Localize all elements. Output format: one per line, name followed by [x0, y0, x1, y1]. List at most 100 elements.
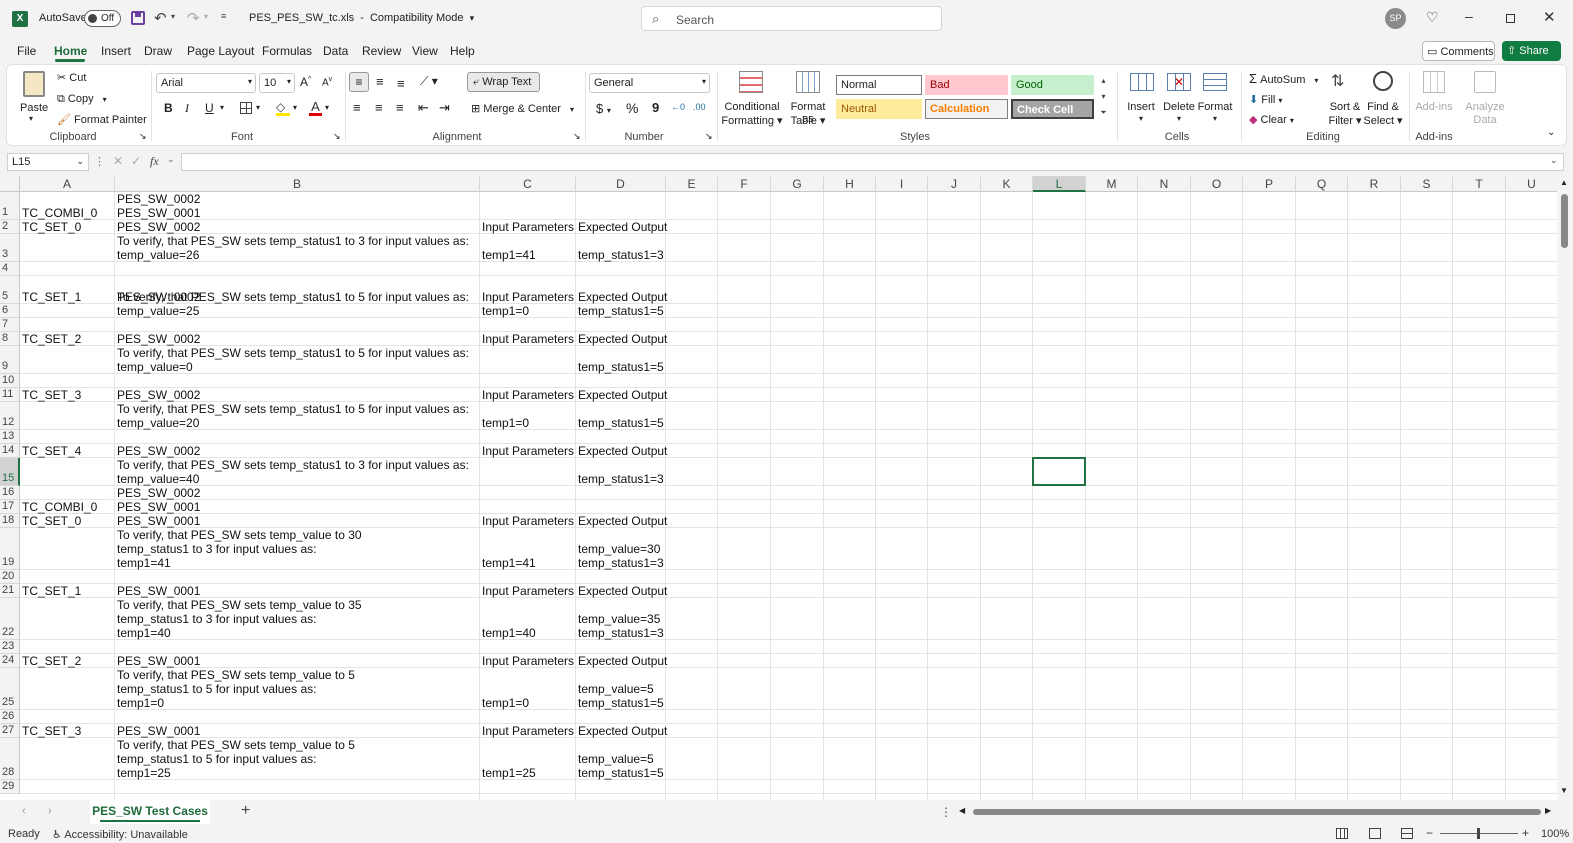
cell-d25[interactable]: temp_value=5 temp_status1=5	[578, 682, 664, 710]
font-color-dropdown-icon[interactable]: ▾	[325, 103, 329, 112]
borders-dropdown-icon[interactable]: ▾	[256, 103, 260, 112]
cell-a5[interactable]: TC_SET_1	[22, 290, 81, 304]
cell-c14[interactable]: Input Parameters	[482, 444, 574, 458]
underline-button[interactable]: U	[205, 101, 214, 115]
column-header-c[interactable]: C	[480, 176, 576, 192]
clear-button[interactable]: ◆ Clear ▾	[1249, 113, 1294, 126]
cell-a8[interactable]: TC_SET_2	[22, 332, 81, 346]
scroll-down-icon[interactable]: ▼	[1560, 786, 1568, 795]
share-button[interactable]: ⇧ Share	[1502, 41, 1561, 61]
cell-c5[interactable]: Input Parameters	[482, 290, 574, 304]
currency-button[interactable]: $ ▾	[596, 101, 611, 116]
cell-b28[interactable]: To verify, that PES_SW sets temp_value t…	[117, 738, 355, 780]
accessibility-status[interactable]: ♿ Accessibility: Unavailable	[52, 828, 188, 841]
column-header-o[interactable]: O	[1191, 176, 1243, 192]
delete-cells-button[interactable]: ✕ Delete ▾	[1161, 69, 1197, 127]
row-header-1[interactable]: 1	[0, 192, 20, 220]
cell-d18[interactable]: Expected Output	[578, 514, 667, 528]
undo-dropdown-icon[interactable]: ▾	[171, 12, 175, 21]
increase-indent-icon[interactable]: ⇥	[439, 100, 450, 116]
align-middle-icon[interactable]: ≡	[376, 74, 384, 89]
comments-button[interactable]: ▭ Comments	[1422, 41, 1495, 61]
cell-a21[interactable]: TC_SET_1	[22, 584, 81, 598]
format-cells-button[interactable]: Format ▾	[1197, 69, 1233, 127]
normal-view-icon[interactable]	[1336, 828, 1348, 839]
style-check-cell[interactable]: Check Cell	[1011, 99, 1094, 119]
cell-d8[interactable]: Expected Output	[578, 332, 667, 346]
column-header-t[interactable]: T	[1453, 176, 1506, 192]
format-as-table-button[interactable]: Format as Table ▾	[785, 69, 831, 127]
fill-button[interactable]: ⬇ Fill ▾	[1249, 93, 1282, 106]
row-header-9[interactable]: 9	[0, 346, 20, 374]
scroll-thumb[interactable]	[1561, 194, 1568, 248]
row-header-3[interactable]: 3	[0, 234, 20, 262]
row-header-11[interactable]: 11	[0, 388, 20, 402]
expand-formula-icon[interactable]: ⌄	[1550, 155, 1558, 166]
styles-scroll[interactable]: ▴ ▾ ⏷	[1098, 73, 1109, 123]
tab-formulas[interactable]: Formulas	[262, 44, 312, 58]
cell-c21[interactable]: Input Parameters	[482, 584, 574, 598]
select-all-corner[interactable]	[0, 176, 20, 192]
formula-input[interactable]	[181, 153, 1564, 171]
tab-review[interactable]: Review	[362, 44, 401, 58]
cell-b9[interactable]: To verify, that PES_SW sets temp_status1…	[117, 346, 469, 374]
cell-c28[interactable]: temp1=25	[482, 766, 536, 780]
analyze-data-button[interactable]: Analyze Data	[1463, 69, 1507, 127]
column-header-h[interactable]: H	[824, 176, 876, 192]
worksheet-grid[interactable]: ABCDEFGHIJKLMNOPQRSTU 1 2 3 4 5 6 7 8 9 10 11 12 13 1…	[0, 176, 1557, 800]
tab-data[interactable]: Data	[323, 44, 348, 58]
column-header-a[interactable]: A	[20, 176, 115, 192]
cell-d24[interactable]: Expected Output	[578, 654, 667, 668]
lightbulb-icon[interactable]: ♡	[1426, 9, 1439, 26]
chevron-down-icon[interactable]: ⌄	[167, 154, 175, 165]
bold-button[interactable]: B	[164, 101, 173, 115]
cell-a2[interactable]: TC_SET_0	[22, 220, 81, 234]
redo-icon[interactable]: ↷	[187, 9, 200, 27]
redo-dropdown-icon[interactable]: ▾	[204, 12, 208, 21]
cell-b8[interactable]: PES_SW_0002	[117, 332, 200, 346]
cell-a17[interactable]: TC_COMBI_0	[22, 500, 97, 514]
cell-c3[interactable]: temp1=41	[482, 248, 536, 262]
cell-d15[interactable]: temp_status1=3	[578, 472, 664, 486]
column-header-f[interactable]: F	[718, 176, 771, 192]
cell-c6[interactable]: temp1=0	[482, 304, 529, 318]
autosum-button[interactable]: Σ AutoSum ▾	[1249, 71, 1318, 86]
cell-d3[interactable]: temp_status1=3	[578, 248, 664, 262]
cell-d2[interactable]: Expected Output	[578, 220, 667, 234]
row-header-17[interactable]: 17	[0, 500, 20, 514]
row-header-5[interactable]: 5	[0, 276, 20, 304]
next-sheet-icon[interactable]: ›	[48, 805, 52, 817]
column-header-m[interactable]: M	[1086, 176, 1138, 192]
align-top-icon[interactable]: ≡	[349, 72, 369, 92]
zoom-level[interactable]: 100%	[1541, 828, 1569, 840]
autosave-toggle[interactable]: Off	[84, 10, 121, 27]
comma-button[interactable]: 9	[652, 100, 659, 115]
cell-b21[interactable]: PES_SW_0001	[117, 584, 200, 598]
cell-b1[interactable]: PES_SW_0002 PES_SW_0001	[117, 192, 200, 220]
decrease-font-icon[interactable]: Av	[322, 76, 332, 88]
row-header-4[interactable]: 4	[0, 262, 20, 276]
collapse-ribbon-icon[interactable]: ⌄	[1547, 127, 1555, 138]
cell-d5[interactable]: Expected Output	[578, 290, 667, 304]
tab-file[interactable]: File	[17, 44, 36, 58]
tab-draw[interactable]: Draw	[144, 44, 172, 58]
style-bad[interactable]: Bad	[925, 75, 1008, 95]
cell-a18[interactable]: TC_SET_0	[22, 514, 81, 528]
cell-d12[interactable]: temp_status1=5	[578, 416, 664, 430]
font-size-select[interactable]: 10 ▾	[259, 73, 295, 93]
tab-home[interactable]: Home	[54, 44, 87, 58]
increase-font-icon[interactable]: A^	[300, 75, 311, 89]
column-header-i[interactable]: I	[876, 176, 928, 192]
enter-icon[interactable]: ✓	[131, 154, 141, 168]
underline-dropdown-icon[interactable]: ▾	[220, 103, 224, 112]
sort-filter-button[interactable]: ⇅ Sort & Filter ▾	[1325, 69, 1365, 127]
align-center-icon[interactable]: ≡	[375, 100, 383, 115]
align-left-icon[interactable]: ≡	[353, 100, 361, 115]
row-header-23[interactable]: 23	[0, 640, 20, 654]
dialog-launcher-icon[interactable]: ↘	[333, 131, 341, 142]
cell-d6[interactable]: temp_status1=5	[578, 304, 664, 318]
page-layout-view-icon[interactable]	[1369, 828, 1381, 839]
cell-c25[interactable]: temp1=0	[482, 696, 529, 710]
cell-c2[interactable]: Input Parameters	[482, 220, 574, 234]
scroll-left-icon[interactable]: ◀	[959, 806, 965, 815]
